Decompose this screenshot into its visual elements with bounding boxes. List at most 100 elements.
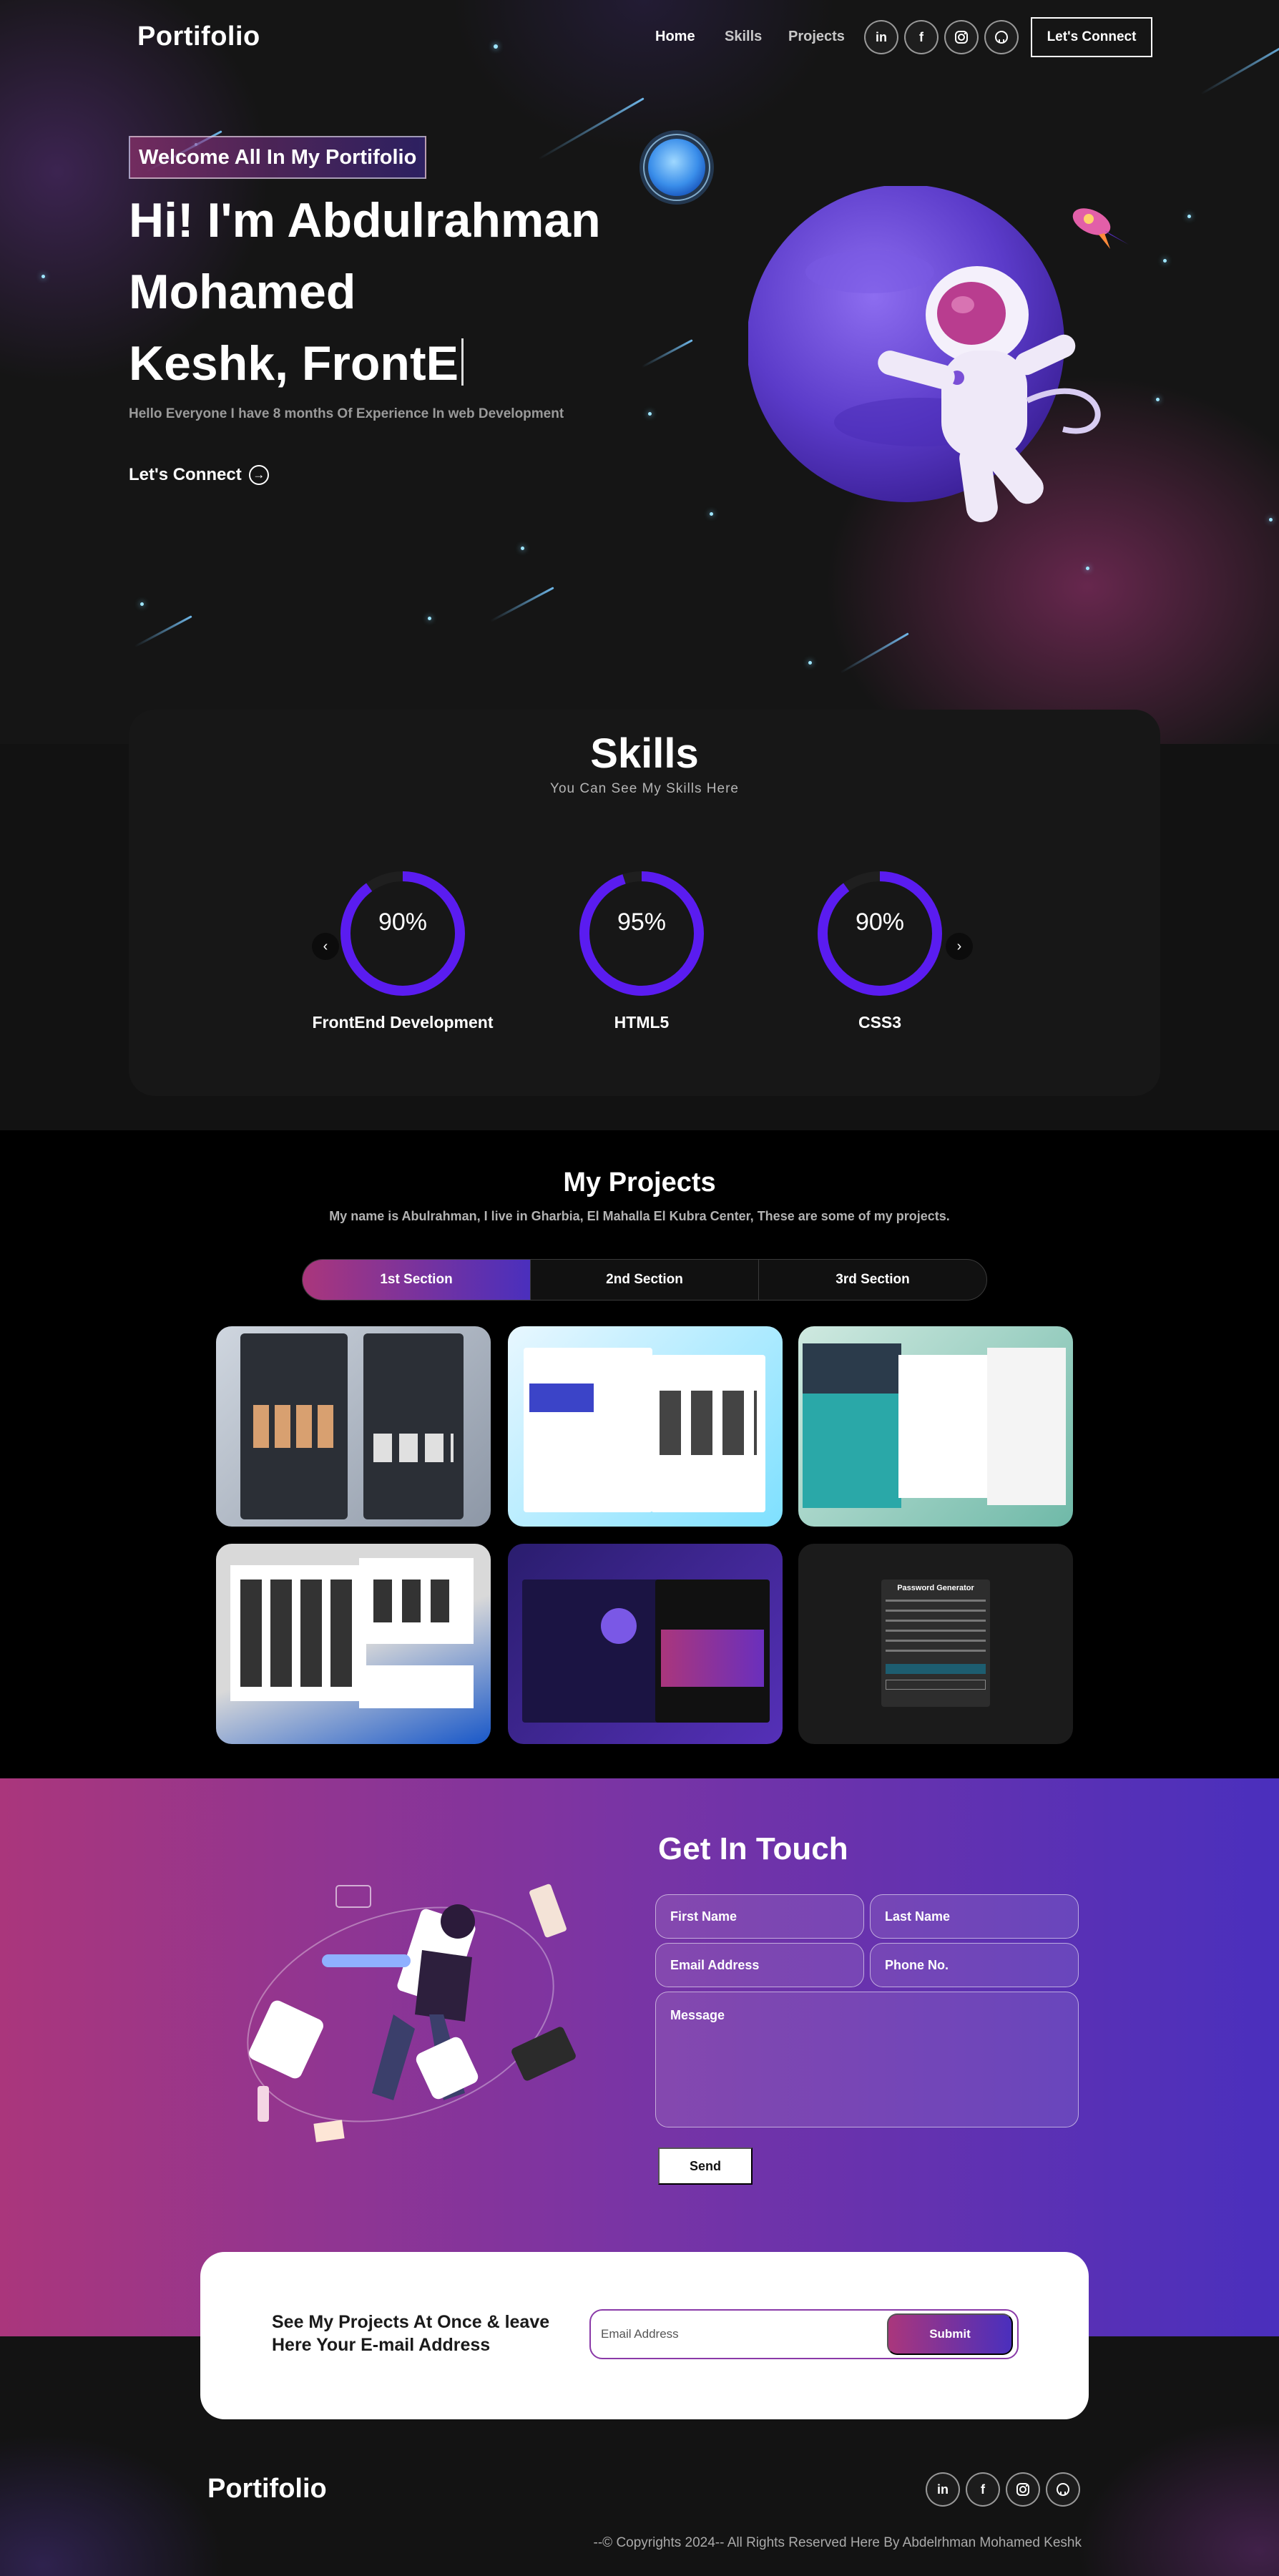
star xyxy=(1163,259,1167,263)
lets-connect-button[interactable]: Let's Connect xyxy=(1031,17,1152,57)
shooting-star xyxy=(134,615,192,648)
skill-percent: 95% xyxy=(617,909,667,936)
project-thumbnail xyxy=(240,1580,355,1687)
project-thumbnail xyxy=(601,1608,637,1644)
linkedin-icon[interactable]: in xyxy=(926,2472,960,2507)
skill-percent: 90% xyxy=(378,909,428,936)
project-thumbnail xyxy=(373,1580,459,1622)
linkedin-icon[interactable]: in xyxy=(864,20,898,54)
arrow-right-icon: → xyxy=(248,465,269,485)
project-card[interactable] xyxy=(216,1544,491,1744)
first-name-field[interactable]: First Name xyxy=(655,1894,864,1939)
hero-title: Hi! I'm Abdulrahman Mohamed Keshk, Front… xyxy=(129,185,672,399)
hero-connect-label: Let's Connect xyxy=(129,465,242,484)
facebook-icon[interactable]: f xyxy=(966,2472,1000,2507)
star xyxy=(710,512,713,516)
star xyxy=(648,412,652,416)
newsletter-submit-button[interactable]: Submit xyxy=(887,2313,1013,2355)
message-field[interactable]: Message xyxy=(655,1992,1079,2127)
password-output xyxy=(886,1680,986,1690)
tab-1st-section[interactable]: 1st Section xyxy=(303,1260,531,1300)
shooting-star xyxy=(538,97,645,160)
newsletter-card: See My Projects At Once & leave Here You… xyxy=(200,2252,1089,2419)
footer-logo[interactable]: Portifolio xyxy=(207,2474,327,2504)
hero-title-line-2: Mohamed xyxy=(129,265,356,319)
navbar: Portifolio Home Skills Projects in f Let… xyxy=(0,0,1279,74)
skill-label: CSS3 xyxy=(858,1013,902,1032)
hero-connect-link[interactable]: Let's Connect → xyxy=(129,465,269,485)
skills-subtitle: You Can See My Skills Here xyxy=(550,781,739,796)
skill-item: 95% HTML5 xyxy=(534,866,749,1032)
newsletter-text: See My Projects At Once & leave Here You… xyxy=(272,2312,550,2355)
contact-illustration xyxy=(247,1884,576,2142)
skill-label: HTML5 xyxy=(614,1013,670,1032)
project-card[interactable]: Password Generator xyxy=(798,1544,1073,1744)
typing-caret xyxy=(461,338,464,386)
project-card[interactable] xyxy=(798,1326,1073,1527)
project-thumbnail xyxy=(898,1355,991,1498)
star xyxy=(1156,398,1160,401)
project-thumbnail xyxy=(529,1384,594,1412)
astronaut-illustration xyxy=(748,186,1101,522)
project-thumbnail xyxy=(524,1348,652,1512)
projects-section: My Projects My name is Abulrahman, I liv… xyxy=(0,1130,1279,1778)
project-thumbnail xyxy=(253,1405,335,1448)
tab-3rd-section[interactable]: 3rd Section xyxy=(759,1260,986,1300)
projects-tabs: 1st Section 2nd Section 3rd Section xyxy=(302,1259,987,1301)
project-thumbnail xyxy=(987,1348,1066,1505)
project-thumbnail xyxy=(359,1665,474,1708)
star xyxy=(1269,518,1273,521)
skill-item: 90% FrontEnd Development xyxy=(295,866,510,1032)
password-options xyxy=(886,1600,986,1660)
star xyxy=(428,617,431,620)
facebook-icon[interactable]: f xyxy=(904,20,939,54)
hero-tagline: Welcome All In My Portifolio xyxy=(129,136,427,179)
hero-section: Portifolio Home Skills Projects in f Let… xyxy=(0,0,1279,744)
shooting-star xyxy=(490,587,554,622)
phone-field[interactable]: Phone No. xyxy=(870,1943,1079,1987)
shooting-star xyxy=(839,632,909,674)
star xyxy=(41,275,45,278)
email-field[interactable]: Email Address xyxy=(655,1943,864,1987)
project-thumbnail xyxy=(522,1580,665,1723)
hero-subtitle: Hello Everyone I have 8 months Of Experi… xyxy=(129,406,564,421)
project-thumbnail xyxy=(363,1333,464,1519)
project-thumbnail xyxy=(660,1391,757,1455)
copyright-text: --© Copyrights 2024-- All Rights Reserve… xyxy=(593,2535,1082,2550)
tab-2nd-section[interactable]: 2nd Section xyxy=(531,1260,759,1300)
projects-subtitle: My name is Abulrahman, I live in Gharbia… xyxy=(329,1209,950,1223)
github-icon[interactable] xyxy=(1046,2472,1080,2507)
skill-item: 90% CSS3 xyxy=(773,866,987,1032)
site-logo[interactable]: Portifolio xyxy=(137,21,260,52)
skill-label: FrontEnd Development xyxy=(312,1013,494,1032)
last-name-field[interactable]: Last Name xyxy=(870,1894,1079,1939)
project-card[interactable] xyxy=(508,1326,783,1527)
star xyxy=(140,602,144,606)
star xyxy=(1086,567,1089,570)
project-thumbnail xyxy=(803,1343,901,1394)
skill-percent: 90% xyxy=(855,909,905,936)
nav-link-projects[interactable]: Projects xyxy=(788,29,845,45)
instagram-icon[interactable] xyxy=(1006,2472,1040,2507)
star xyxy=(1187,215,1191,218)
star xyxy=(808,661,812,665)
password-generator-title: Password Generator xyxy=(897,1584,974,1592)
project-card[interactable] xyxy=(216,1326,491,1527)
instagram-icon[interactable] xyxy=(944,20,979,54)
contact-title: Get In Touch xyxy=(658,1831,848,1866)
send-button[interactable]: Send xyxy=(658,2148,753,2185)
skills-title: Skills xyxy=(590,730,699,777)
project-card[interactable] xyxy=(508,1544,783,1744)
password-generator-thumbnail: Password Generator xyxy=(881,1580,990,1707)
projects-title: My Projects xyxy=(563,1167,716,1198)
project-thumbnail xyxy=(373,1434,454,1462)
nav-link-home[interactable]: Home xyxy=(655,29,695,45)
github-icon[interactable] xyxy=(984,20,1019,54)
hero-title-line-3: Keshk, FrontE xyxy=(129,336,459,391)
project-thumbnail xyxy=(661,1630,764,1687)
nav-link-skills[interactable]: Skills xyxy=(725,29,762,45)
skills-section: Skills You Can See My Skills Here ‹ › 90… xyxy=(129,710,1160,1096)
password-bar xyxy=(886,1664,986,1674)
hero-title-line-1: Hi! I'm Abdulrahman xyxy=(129,193,601,248)
star xyxy=(521,547,524,550)
